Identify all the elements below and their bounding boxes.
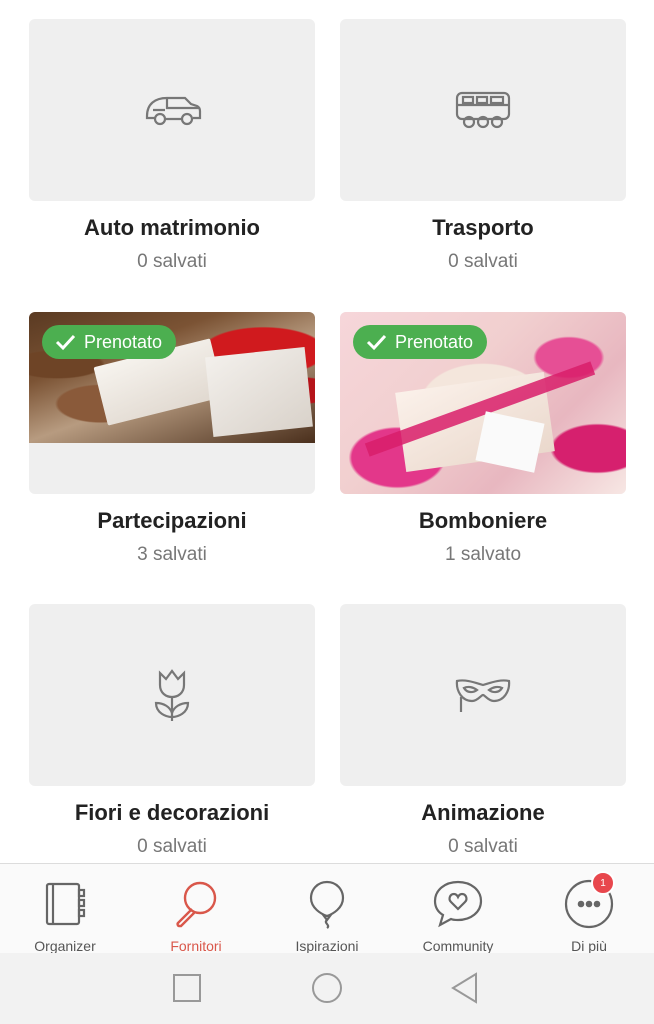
- notebook-icon: [45, 882, 86, 926]
- category-title: Bomboniere: [418, 508, 548, 533]
- category-card-animazione[interactable]: Animazione 0 salvati: [340, 604, 626, 857]
- category-title: Auto matrimonio: [84, 215, 260, 240]
- category-thumbnail[interactable]: [340, 19, 626, 201]
- notification-badge: 1: [591, 871, 615, 895]
- category-thumbnail[interactable]: Prenotato: [340, 312, 626, 494]
- magnifier-icon: [176, 881, 217, 928]
- category-thumbnail[interactable]: Prenotato: [29, 312, 315, 494]
- category-title: Animazione: [421, 800, 545, 825]
- category-thumbnail[interactable]: [29, 19, 315, 201]
- category-card-auto[interactable]: Auto matrimonio 0 salvati: [29, 19, 315, 272]
- chat-heart-icon: [433, 880, 483, 928]
- category-title: Partecipazioni: [97, 508, 247, 533]
- booked-label: Prenotato: [84, 331, 163, 352]
- category-saved-count: 0 salvati: [137, 836, 207, 857]
- tab-ispirazioni[interactable]: Ispirazioni: [262, 864, 392, 954]
- category-saved-count: 0 salvati: [448, 836, 518, 857]
- bottom-tab-bar: Organizer Fornitori Ispirazioni Communit…: [0, 863, 654, 954]
- checkmark-icon: [55, 334, 76, 351]
- recent-apps-icon[interactable]: [170, 971, 204, 1005]
- category-saved-count: 0 salvati: [137, 251, 207, 272]
- category-saved-count: 3 salvati: [137, 544, 207, 565]
- system-navigation-bar: [0, 953, 654, 1024]
- tab-label: Fornitori: [170, 938, 222, 954]
- tab-organizer[interactable]: Organizer: [0, 864, 130, 954]
- checkmark-icon: [366, 334, 387, 351]
- booked-label: Prenotato: [395, 331, 474, 352]
- category-card-trasporto[interactable]: Trasporto 0 salvati: [340, 19, 626, 272]
- category-card-bomboniere[interactable]: Prenotato Bomboniere 1 salvato: [340, 312, 626, 565]
- category-card-fiori[interactable]: Fiori e decorazioni 0 salvati: [29, 604, 315, 857]
- back-icon[interactable]: [448, 971, 482, 1005]
- tulip-icon: [154, 669, 190, 721]
- category-card-partecipazioni[interactable]: Prenotato Partecipazioni 3 salvati: [29, 312, 315, 565]
- tab-fornitori[interactable]: Fornitori: [131, 864, 261, 954]
- balloon-icon: [309, 880, 345, 929]
- tab-label: Ispirazioni: [295, 938, 359, 954]
- category-thumbnail[interactable]: [340, 604, 626, 786]
- bus-icon: [455, 91, 511, 129]
- tab-label: Di più: [571, 938, 607, 954]
- category-saved-count: 0 salvati: [448, 251, 518, 272]
- tab-community[interactable]: Community: [393, 864, 523, 954]
- booked-badge: Prenotato: [353, 325, 488, 359]
- car-icon: [145, 96, 202, 126]
- category-saved-count: 1 salvato: [444, 544, 522, 565]
- booked-badge: Prenotato: [42, 325, 177, 359]
- mask-icon: [455, 679, 511, 712]
- tab-di-piu[interactable]: 1 Di più: [524, 864, 654, 954]
- category-title: Trasporto: [432, 215, 534, 240]
- tab-label: Community: [422, 938, 494, 954]
- home-icon[interactable]: [310, 971, 344, 1005]
- category-title: Fiori e decorazioni: [74, 800, 270, 825]
- tab-label: Organizer: [34, 938, 96, 954]
- category-thumbnail[interactable]: [29, 604, 315, 786]
